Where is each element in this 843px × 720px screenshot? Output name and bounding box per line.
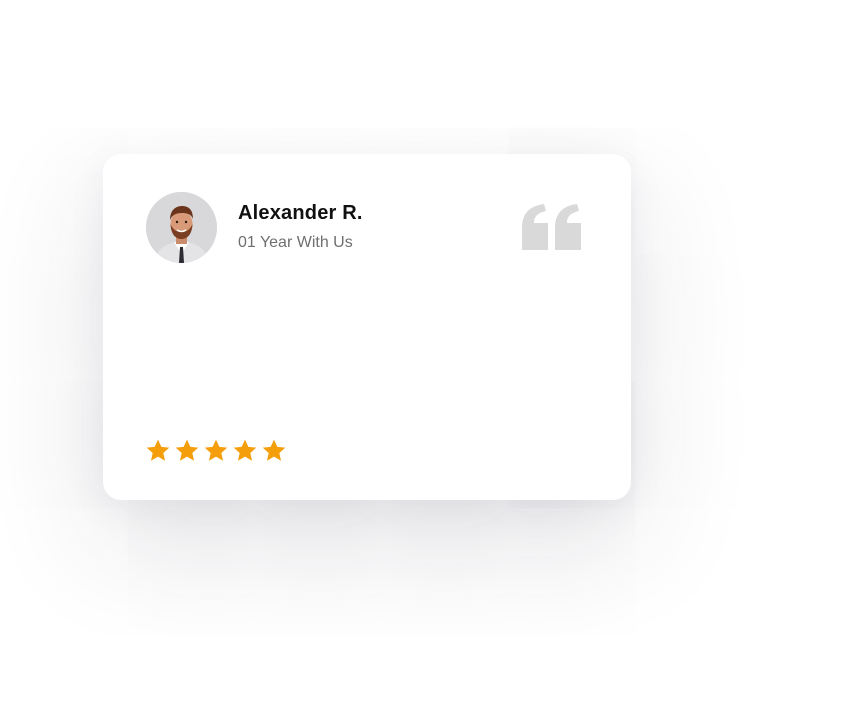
star-rating <box>145 438 287 464</box>
reviewer-tenure: 01 Year With Us <box>238 234 353 251</box>
star-icon <box>233 439 257 461</box>
star-icon <box>262 439 286 461</box>
testimonial-card: Alexander R. 01 Year With Us <box>103 154 631 500</box>
avatar-photo <box>146 192 217 263</box>
quote-icon <box>522 204 581 250</box>
star-icon <box>175 439 199 461</box>
page: Alexander R. 01 Year With Us <box>0 0 843 720</box>
reviewer-name: Alexander R. <box>238 202 363 224</box>
star-icon <box>204 439 228 461</box>
avatar <box>146 192 217 263</box>
star-icon <box>146 439 170 461</box>
